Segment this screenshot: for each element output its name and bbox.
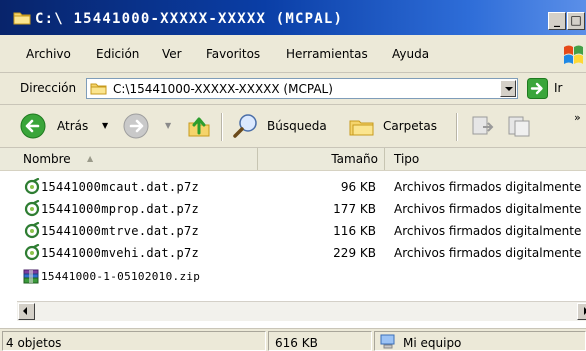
address-bar: Dirección C:\15441000-XXXXX-XXXXX (MCPAL… (0, 73, 586, 105)
go-label[interactable]: Ir (554, 81, 562, 95)
forward-dropdown-icon[interactable]: ▼ (165, 121, 171, 130)
file-name: 15441000mcaut.dat.p7z (41, 180, 200, 194)
menu-ayuda[interactable]: Ayuda (392, 47, 429, 61)
column-header-nombre[interactable]: Nombre ▲ (17, 148, 258, 170)
menu-favoritos[interactable]: Favoritos (206, 47, 260, 61)
signed-file-icon (24, 222, 40, 239)
menu-edicion[interactable]: Edición (96, 47, 139, 61)
address-input[interactable]: C:\15441000-XXXXX-XXXXX (MCPAL) (86, 78, 518, 99)
signed-file-icon (24, 200, 40, 217)
search-button-label[interactable]: Búsqueda (267, 119, 327, 133)
menu-archivo[interactable]: Archivo (26, 47, 71, 61)
toolbar-separator (221, 113, 223, 141)
file-type: Archivos firmados digitalmente (394, 224, 582, 238)
my-computer-icon (380, 334, 395, 349)
file-row[interactable]: 15441000-1-05102010.zip (0, 266, 586, 288)
folder-icon (90, 83, 107, 95)
menu-herramientas[interactable]: Herramientas (286, 47, 368, 61)
folders-icon[interactable] (347, 113, 377, 139)
up-folder-icon[interactable] (186, 113, 212, 139)
file-size: 116 KB (333, 224, 376, 238)
toolbar-separator (456, 113, 458, 141)
explorer-window: C:\ 15441000-XXXXX-XXXXX (MCPAL) _ □ × A… (0, 0, 586, 351)
file-size: 96 KB (340, 180, 376, 194)
file-name: 15441000mtrve.dat.p7z (41, 224, 200, 238)
archive-file-icon (23, 269, 39, 284)
menu-ver[interactable]: Ver (162, 47, 182, 61)
search-icon[interactable] (231, 113, 261, 139)
file-type: Archivos firmados digitalmente (394, 246, 582, 260)
back-button-label[interactable]: Atrás (57, 119, 88, 133)
windows-logo-icon (558, 39, 586, 69)
status-count: 4 objetos (6, 336, 62, 350)
file-name: 15441000mprop.dat.p7z (41, 202, 200, 216)
scroll-left-button[interactable] (18, 303, 35, 320)
minimize-button[interactable]: _ (548, 12, 566, 30)
move-to-icon[interactable] (469, 113, 495, 139)
column-nombre-label: Nombre (23, 152, 71, 166)
address-label: Dirección (20, 81, 77, 95)
back-dropdown-icon[interactable]: ▼ (102, 121, 108, 130)
scroll-right-button[interactable] (577, 303, 586, 320)
file-row[interactable]: 15441000mcaut.dat.p7z 96 KB Archivos fir… (0, 176, 586, 198)
forward-arrow-icon[interactable] (123, 113, 149, 139)
status-location: Mi equipo (403, 336, 462, 350)
toolbar-overflow-icon[interactable]: » (574, 111, 581, 124)
column-tamano-label: Tamaño (331, 152, 378, 166)
file-name: 15441000mvehi.dat.p7z (41, 246, 200, 260)
back-arrow-icon[interactable] (20, 113, 46, 139)
folder-icon (13, 12, 31, 25)
status-count-pane: 4 objetos (2, 331, 266, 351)
folders-button-label[interactable]: Carpetas (383, 119, 437, 133)
window-title: C:\ 15441000-XXXXX-XXXXX (MCPAL) (35, 11, 344, 27)
file-list-header: Nombre ▲ Tamaño Tipo (0, 148, 586, 171)
signed-file-icon (24, 244, 40, 261)
address-value: C:\15441000-XXXXX-XXXXX (MCPAL) (113, 82, 333, 96)
toolbar: Atrás ▼ ▼ Búsqueda Carpetas » (0, 105, 586, 148)
file-row[interactable]: 15441000mprop.dat.p7z 177 KB Archivos fi… (0, 198, 586, 220)
sort-ascending-icon: ▲ (87, 154, 94, 163)
menu-bar: Archivo Edición Ver Favoritos Herramient… (0, 35, 586, 73)
file-row[interactable]: 15441000mvehi.dat.p7z 229 KB Archivos fi… (0, 242, 586, 264)
copy-to-icon[interactable] (505, 113, 535, 139)
status-size: 616 KB (275, 336, 318, 350)
column-tipo-label: Tipo (394, 152, 420, 166)
status-size-pane: 616 KB (268, 331, 372, 351)
status-location-pane: Mi equipo (374, 331, 586, 351)
horizontal-scrollbar[interactable] (17, 301, 586, 321)
file-type: Archivos firmados digitalmente (394, 202, 582, 216)
address-dropdown-button[interactable] (500, 80, 516, 97)
column-header-tipo[interactable]: Tipo (386, 148, 586, 170)
file-row[interactable]: 15441000mtrve.dat.p7z 116 KB Archivos fi… (0, 220, 586, 242)
signed-file-icon (24, 178, 40, 195)
file-size: 177 KB (333, 202, 376, 216)
file-size: 229 KB (333, 246, 376, 260)
status-bar: 4 objetos 616 KB Mi equipo (0, 328, 586, 351)
file-name: 15441000-1-05102010.zip (41, 270, 201, 283)
go-arrow-icon[interactable] (527, 78, 548, 99)
file-type: Archivos firmados digitalmente (394, 180, 582, 194)
title-bar[interactable]: C:\ 15441000-XXXXX-XXXXX (MCPAL) _ □ × (0, 0, 586, 35)
maximize-button[interactable]: □ (567, 12, 585, 30)
column-header-tamano[interactable]: Tamaño (258, 148, 385, 170)
